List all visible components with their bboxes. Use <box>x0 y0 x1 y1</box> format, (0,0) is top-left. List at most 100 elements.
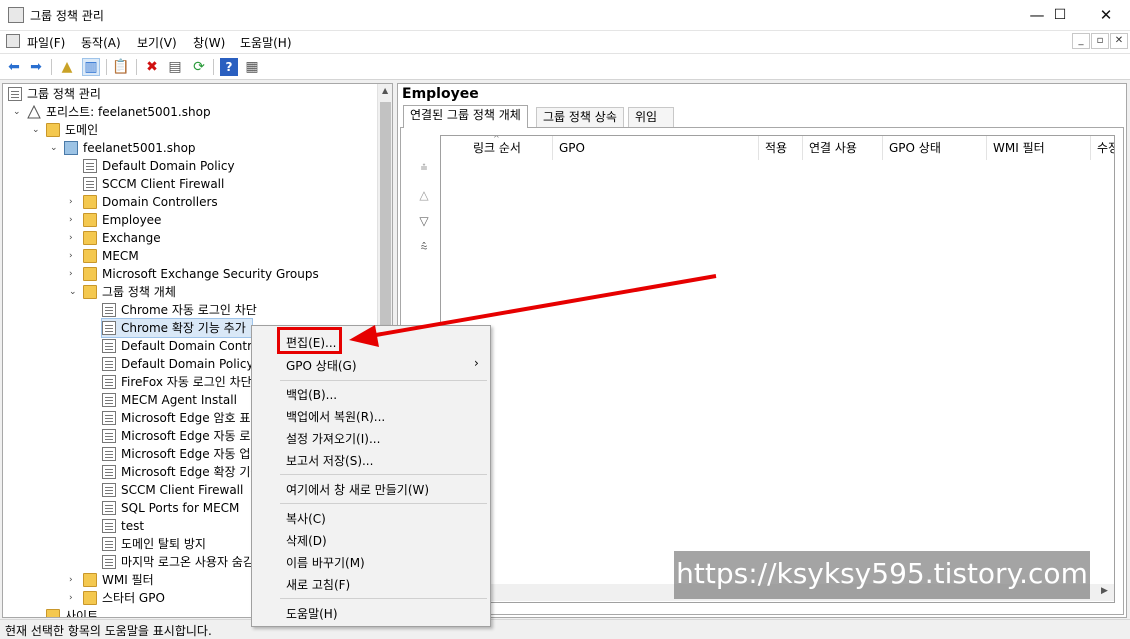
gpo-link-icon <box>83 177 97 191</box>
ou-folder-icon <box>83 213 97 227</box>
expand-chevron-icon[interactable]: › <box>69 229 79 247</box>
tab-inheritance[interactable]: 그룹 정책 상속 <box>536 107 624 127</box>
tree-gpo-container[interactable]: ⌄ 그룹 정책 개체 <box>69 283 363 301</box>
tree-item-link[interactable]: SCCM Client Firewall <box>83 175 363 193</box>
menu-item-help[interactable]: 도움말(H) <box>286 605 338 622</box>
tree-item-ou[interactable]: › Domain Controllers <box>69 193 363 211</box>
tree-gpo[interactable]: Chrome 자동 로그인 차단 <box>102 301 362 319</box>
action-pane-icon[interactable]: ▦ <box>243 58 261 76</box>
tree-item-ou[interactable]: › Exchange <box>69 229 363 247</box>
show-hide-tree-icon[interactable]: ▥ <box>82 58 100 76</box>
tree-gpo[interactable]: SQL Ports for MECM <box>102 499 252 517</box>
menu-item-save-report[interactable]: 보고서 저장(S)... <box>286 452 373 469</box>
tree-gpo[interactable]: MECM Agent Install <box>102 391 252 409</box>
menu-item-import-settings[interactable]: 설정 가져오기(I)... <box>286 430 380 447</box>
collapse-chevron-icon[interactable]: ⌄ <box>69 283 79 301</box>
menu-item-new-window[interactable]: 여기에서 창 새로 만들기(W) <box>286 481 429 498</box>
column-header-modified[interactable]: 수정 <box>1091 136 1114 160</box>
tree-gpo[interactable]: SCCM Client Firewall <box>102 481 252 499</box>
menu-action[interactable]: 동작(A) <box>81 34 121 51</box>
column-header-enforced[interactable]: 적용 <box>759 136 803 160</box>
column-header-gpo-status[interactable]: GPO 상태 <box>883 136 987 160</box>
menu-view[interactable]: 보기(V) <box>137 34 177 51</box>
menu-item-restore[interactable]: 백업에서 복원(R)... <box>286 408 385 425</box>
move-up-icon[interactable]: △ <box>414 188 434 204</box>
tree-gpo[interactable]: Microsoft Edge 암호 표시 <box>102 409 252 427</box>
tree-domains[interactable]: ⌄ 도메인 <box>32 121 366 139</box>
maximize-button[interactable]: ☐ <box>1037 0 1083 31</box>
expand-chevron-icon[interactable]: › <box>69 265 79 283</box>
tree-item-link[interactable]: Default Domain Policy <box>83 157 363 175</box>
properties-icon[interactable]: ▤ <box>166 58 184 76</box>
tab-linked-gpos[interactable]: 연결된 그룹 정책 개체 <box>403 105 528 128</box>
tree-starter-gpos[interactable]: › 스타터 GPO <box>69 589 253 607</box>
expand-chevron-icon[interactable]: › <box>69 571 79 589</box>
move-down-icon[interactable]: ▽ <box>414 214 434 230</box>
tree-gpo[interactable]: 도메인 탈퇴 방지 <box>102 535 252 553</box>
tree-root[interactable]: 그룹 정책 관리 <box>8 85 368 103</box>
scroll-right-arrow-icon[interactable]: ▶ <box>1101 586 1108 596</box>
status-text: 현재 선택한 항목의 도움말을 표시합니다. <box>5 624 212 638</box>
tree-wmi-filters[interactable]: › WMI 필터 <box>69 571 253 589</box>
expand-chevron-icon[interactable]: › <box>69 211 79 229</box>
move-top-icon[interactable]: ⩮ <box>414 160 434 176</box>
tree-gpo[interactable]: Microsoft Edge 확장 기능 <box>102 463 252 481</box>
tree-scroll-thumb[interactable] <box>380 102 391 342</box>
clipboard-icon[interactable]: 📋 <box>112 58 130 76</box>
menu-item-delete[interactable]: 삭제(D) <box>286 532 327 549</box>
tree-forest[interactable]: ⌄ 포리스트: feelanet5001.shop <box>13 103 367 121</box>
back-arrow-icon[interactable]: ⬅ <box>5 58 23 76</box>
context-menu: 편집(E)... GPO 상태(G) › 백업(B)... 백업에서 복원(R)… <box>251 325 491 627</box>
up-folder-icon[interactable]: ▲ <box>58 58 76 76</box>
column-header-gpo[interactable]: GPO <box>553 136 759 160</box>
submenu-chevron-icon: › <box>474 356 479 370</box>
gpmc-root-icon <box>8 87 22 101</box>
toolbar-separator <box>213 59 214 75</box>
menu-item-backup[interactable]: 백업(B)... <box>286 386 337 403</box>
tree-gpo[interactable]: Microsoft Edge 자동 로그인 <box>102 427 252 445</box>
column-header-link-enabled[interactable]: 연결 사용 <box>803 136 883 160</box>
ou-folder-icon <box>83 249 97 263</box>
tree-item-ou[interactable]: › Employee <box>69 211 363 229</box>
tree-item-ou[interactable]: › MECM <box>69 247 363 265</box>
column-header-link-order[interactable]: 링크 순서 <box>467 136 553 160</box>
forward-arrow-icon[interactable]: ➡ <box>27 58 45 76</box>
expand-chevron-icon[interactable]: › <box>69 589 79 607</box>
menu-item-rename[interactable]: 이름 바꾸기(M) <box>286 554 365 571</box>
tree-gpo[interactable]: FireFox 자동 로그인 차단 <box>102 373 252 391</box>
menu-separator <box>280 598 487 599</box>
menu-window[interactable]: 창(W) <box>193 34 225 51</box>
expand-chevron-icon[interactable]: › <box>69 193 79 211</box>
column-header-wmi-filter[interactable]: WMI 필터 <box>987 136 1091 160</box>
move-bottom-icon[interactable]: ⩯ <box>414 240 434 256</box>
scroll-up-arrow-icon[interactable]: ▲ <box>382 86 388 95</box>
tree-gpo[interactable]: 마지막 로그온 사용자 숨김 <box>102 553 252 571</box>
tree-sites[interactable]: › 사이트 <box>46 607 246 617</box>
help-icon[interactable]: ? <box>220 58 238 76</box>
tree-gpo[interactable]: test <box>102 517 252 535</box>
close-button[interactable]: ✕ <box>1083 0 1129 31</box>
tree-gpo[interactable]: Microsoft Edge 자동 업데이트 <box>102 445 252 463</box>
collapse-chevron-icon[interactable]: ⌄ <box>50 139 60 157</box>
menu-item-refresh[interactable]: 새로 고침(F) <box>286 576 350 593</box>
menu-help[interactable]: 도움말(H) <box>240 34 292 51</box>
delete-icon[interactable]: ✖ <box>143 58 161 76</box>
menu-separator <box>280 503 487 504</box>
menu-file[interactable]: 파일(F) <box>27 34 65 51</box>
tree-gpo[interactable]: Default Domain Controllers <box>102 337 252 355</box>
expand-chevron-icon[interactable]: › <box>69 247 79 265</box>
mdi-close-button[interactable]: ✕ <box>1110 33 1128 49</box>
collapse-chevron-icon[interactable]: ⌄ <box>13 103 23 121</box>
mdi-minimize-button[interactable]: _ <box>1072 33 1090 49</box>
tree-gpo-selected[interactable]: Chrome 확장 기능 추가 <box>101 318 253 338</box>
tab-delegation[interactable]: 위임 <box>628 107 674 127</box>
linked-gpo-list[interactable]: 링크 순서 GPO 적용 연결 사용 GPO 상태 WMI 필터 수정 ^ <box>440 135 1115 603</box>
menu-item-copy[interactable]: 복사(C) <box>286 510 326 527</box>
menu-item-gpo-status[interactable]: GPO 상태(G) <box>286 357 357 374</box>
refresh-icon[interactable]: ⟳ <box>190 58 208 76</box>
tree-gpo[interactable]: Default Domain Policy <box>102 355 252 373</box>
mdi-restore-button[interactable]: ▫ <box>1091 33 1109 49</box>
collapse-chevron-icon[interactable]: ⌄ <box>32 121 42 139</box>
tree-item-ou[interactable]: › Microsoft Exchange Security Groups <box>69 265 363 283</box>
tree-domain[interactable]: ⌄ feelanet5001.shop <box>50 139 364 157</box>
